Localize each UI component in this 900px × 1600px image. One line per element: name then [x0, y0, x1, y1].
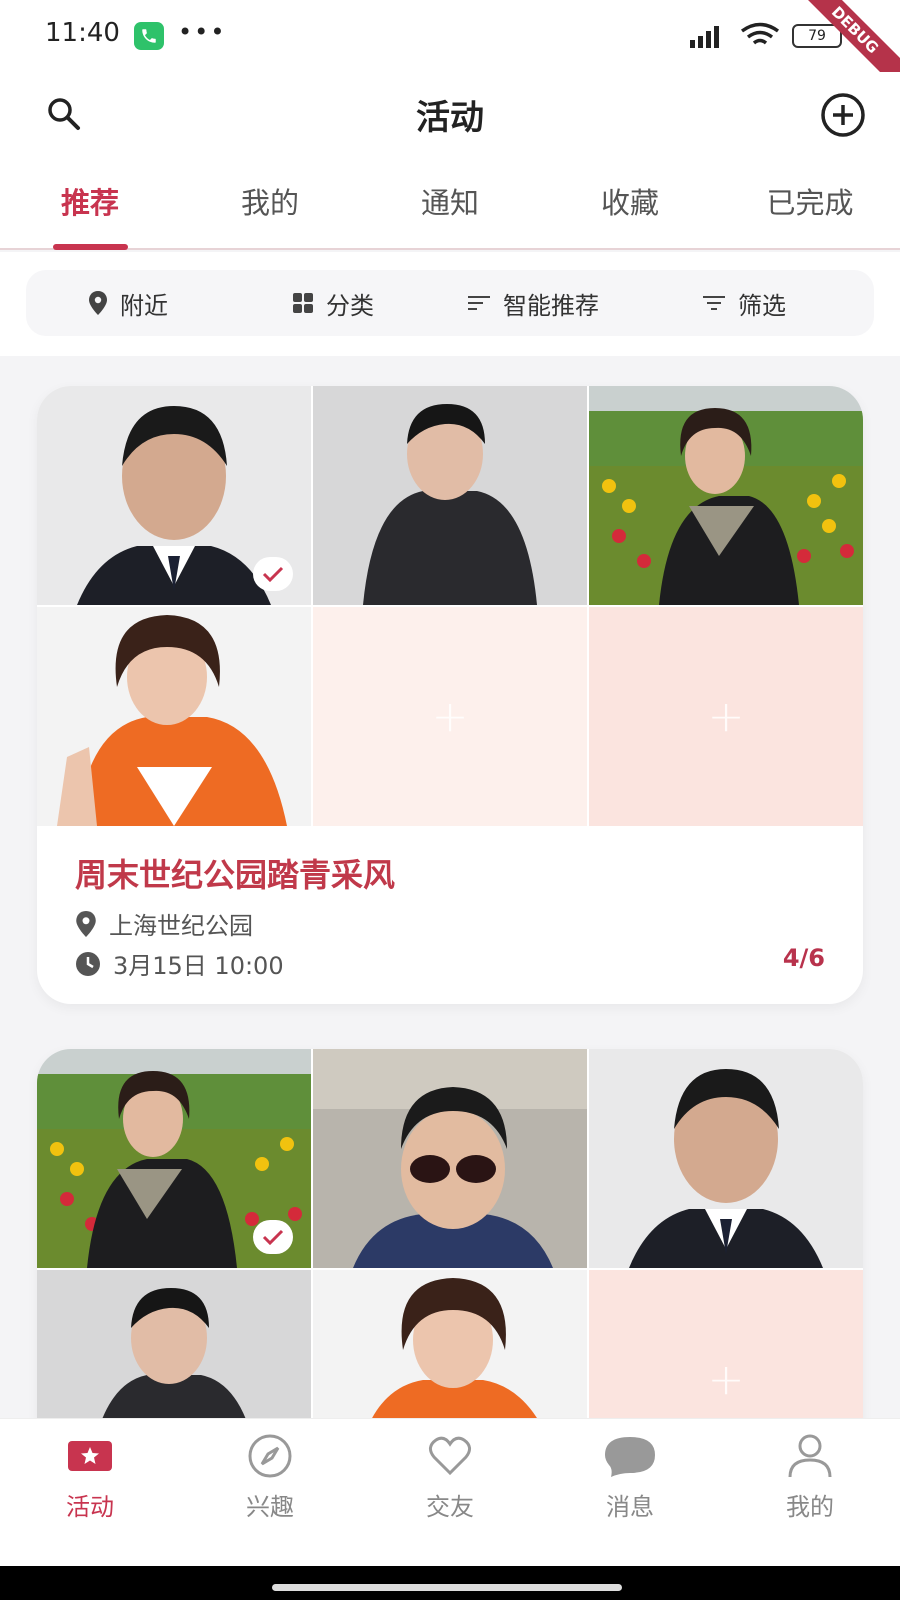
nav-activities-label: 活动 [66, 1493, 114, 1521]
compass-icon [248, 1434, 292, 1478]
check-icon [253, 1220, 293, 1254]
location-pin-icon [89, 291, 107, 315]
event-time: 3月15日 10:00 [113, 952, 284, 980]
location-pin-icon [76, 910, 96, 937]
participant-photo[interactable] [313, 1049, 587, 1268]
tab-recommend[interactable]: 推荐 [20, 180, 160, 222]
home-indicator[interactable] [272, 1584, 622, 1591]
phone-call-icon [134, 22, 164, 50]
nav-friends-label: 交友 [426, 1493, 474, 1521]
event-location: 上海世纪公园 [109, 912, 253, 940]
tab-mine[interactable]: 我的 [200, 180, 340, 222]
empty-slot[interactable]: + [589, 607, 863, 826]
nav-interests[interactable]: 兴趣 [210, 1433, 330, 1522]
filter-smart-sort[interactable]: 智能推荐 [467, 270, 599, 336]
tab-notifications[interactable]: 通知 [380, 180, 520, 222]
nav-activities[interactable]: 活动 [30, 1433, 150, 1522]
ticket-star-icon [68, 1441, 112, 1471]
filter-category-label: 分类 [326, 291, 374, 320]
participant-photo[interactable] [37, 1049, 311, 1268]
sort-icon [468, 296, 490, 310]
tab-favorites[interactable]: 收藏 [560, 180, 700, 222]
filter-nearby[interactable]: 附近 [88, 270, 168, 336]
nav-profile[interactable]: 我的 [750, 1433, 870, 1522]
filter-screen-label: 筛选 [738, 291, 786, 320]
nav-interests-label: 兴趣 [246, 1493, 294, 1521]
participant-photo[interactable] [589, 1049, 863, 1268]
add-participant-icon: + [707, 691, 745, 742]
nav-friends[interactable]: 交友 [390, 1433, 510, 1522]
filter-section: 附近 分类 智能推荐 筛选 [0, 252, 900, 356]
check-icon [253, 557, 293, 591]
filter-category[interactable]: 分类 [292, 270, 374, 336]
event-time-row: 3月15日 10:00 [75, 946, 284, 981]
participant-photo[interactable] [313, 386, 587, 605]
participant-count: 4/6 [782, 944, 825, 972]
page-title: 活动 [416, 98, 484, 138]
status-time: 11:40 [45, 18, 120, 48]
filter-bar: 附近 分类 智能推荐 筛选 [26, 270, 874, 336]
clock-icon [76, 951, 100, 976]
bottom-navigation: 活动 兴趣 交友 消息 我的 [0, 1418, 900, 1566]
app-header: 活动 [0, 72, 900, 152]
heart-icon [429, 1436, 471, 1476]
status-bar: 11:40 ••• 79 DEBUG [0, 0, 900, 92]
active-tab-indicator [53, 244, 128, 250]
wifi-icon [740, 22, 780, 45]
signal-icon [690, 26, 719, 48]
participant-photo[interactable] [589, 386, 863, 605]
event-location-row: 上海世纪公园 [75, 906, 253, 941]
nav-messages-label: 消息 [606, 1493, 654, 1521]
filter-smart-sort-label: 智能推荐 [503, 291, 599, 320]
participant-grid: + + [37, 386, 863, 828]
event-title: 周末世纪公园踏青采风 [75, 856, 396, 894]
participant-photo[interactable] [37, 607, 311, 826]
nav-profile-label: 我的 [786, 1493, 834, 1521]
empty-slot[interactable]: + [313, 607, 587, 826]
system-navigation [0, 1566, 900, 1600]
user-icon [788, 1434, 832, 1478]
event-card[interactable]: + + 周末世纪公园踏青采风 上海世纪公园 3月15日 10:00 4/6 [37, 386, 863, 1004]
tab-completed[interactable]: 已完成 [740, 180, 880, 222]
filter-nearby-label: 附近 [120, 291, 168, 320]
filter-screen[interactable]: 筛选 [702, 270, 786, 336]
add-participant-icon: + [431, 691, 469, 742]
grid-icon [293, 293, 313, 313]
battery-indicator: 79 [792, 24, 842, 48]
event-info: 周末世纪公园踏青采风 上海世纪公园 3月15日 10:00 4/6 [37, 828, 863, 1004]
filter-icon [703, 296, 725, 310]
add-circle-icon[interactable] [820, 92, 866, 138]
chat-bubble-icon [605, 1437, 655, 1477]
nav-messages[interactable]: 消息 [570, 1433, 690, 1522]
tab-bar: 推荐 我的 通知 收藏 已完成 [0, 152, 900, 250]
add-participant-icon: + [707, 1354, 745, 1405]
more-dots-icon: ••• [178, 18, 227, 46]
participant-photo[interactable] [37, 386, 311, 605]
